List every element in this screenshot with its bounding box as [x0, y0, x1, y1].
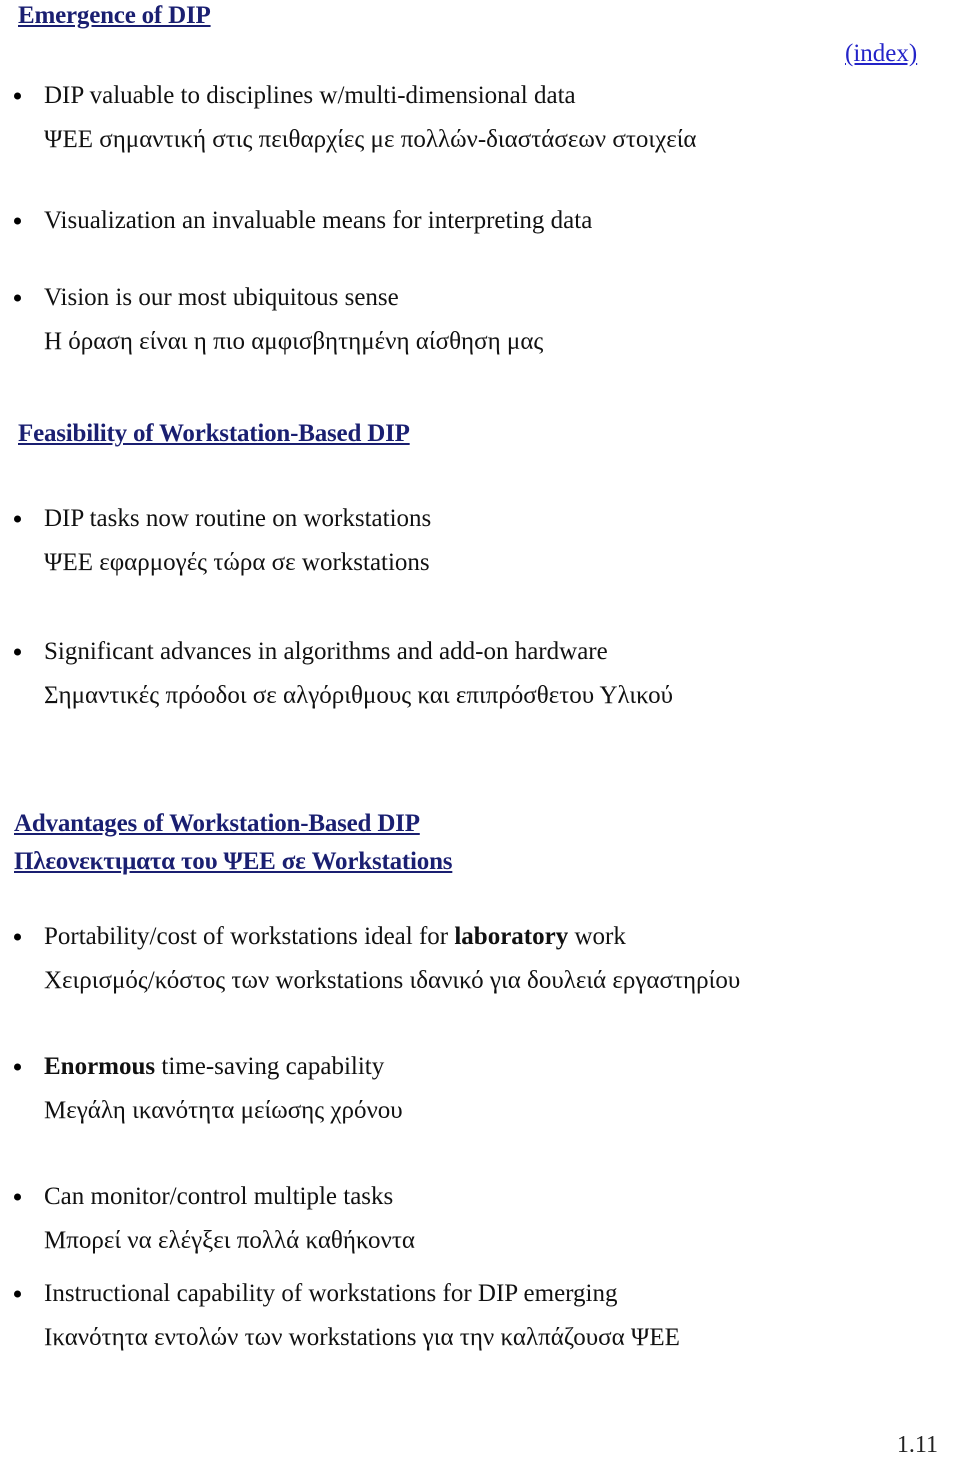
bullet-text-gr: ΨΕΕ εφαρμογές τώρα σε workstations: [44, 549, 430, 576]
bullet-line-en: DIP tasks now routine on workstations: [0, 497, 930, 541]
section-heading-advantages-gr: Πλεονεκτιματα του ΨΕΕ σε Workstations: [14, 848, 453, 875]
bullet-item: Can monitor/control multiple tasks Μπορε…: [0, 1175, 930, 1263]
bullet-item: Vision is our most ubiquitous sense Η όρ…: [0, 276, 930, 364]
bullet-text-gr: Μπορεί να ελέγξει πολλά καθήκοντα: [44, 1227, 415, 1254]
bullet-line-gr: Σημαντικές πρόοδοι σε αλγόριθμους και επ…: [0, 674, 930, 718]
bullet-dot-icon: [14, 648, 21, 656]
bullet-item: DIP tasks now routine on workstations ΨΕ…: [0, 497, 930, 585]
bullet-text-gr: Η όραση είναι η πιο αμφισβητημένη αίσθησ…: [44, 328, 544, 355]
page-number: 1.11: [896, 1432, 938, 1458]
bullet-item: Portability/cost of workstations ideal f…: [0, 915, 930, 1003]
bullet-item: Enormous time-saving capability Μεγάλη ι…: [0, 1045, 930, 1133]
index-link[interactable]: (index): [845, 40, 917, 68]
bullet-text-en-emphasis: laboratory: [454, 923, 569, 950]
bullet-text-en-post: time-saving capability: [155, 1053, 385, 1080]
bullet-line-en: Can monitor/control multiple tasks: [0, 1175, 930, 1219]
bullet-dot-icon: [14, 933, 21, 941]
bullet-text-gr: Μεγάλη ικανότητα μείωσης χρόνου: [44, 1097, 403, 1124]
bullet-dot-icon: [14, 217, 21, 225]
bullet-dot-icon: [14, 1063, 21, 1071]
bullet-text-gr: Ικανότητα εντολών των workstations για τ…: [44, 1324, 680, 1351]
bullet-text-en: Portability/cost of workstations ideal f…: [44, 915, 930, 959]
bullet-text-en: DIP tasks now routine on workstations: [44, 505, 432, 532]
bullet-dot-icon: [14, 92, 21, 100]
bullet-line-gr: Μπορεί να ελέγξει πολλά καθήκοντα: [0, 1219, 930, 1263]
bullet-text-gr: ΨΕΕ σημαντική στις πειθαρχίες με πολλών-…: [44, 126, 697, 153]
bullet-text-gr: Σημαντικές πρόοδοι σε αλγόριθμους και επ…: [44, 682, 674, 709]
bullet-text-en: Significant advances in algorithms and a…: [44, 638, 608, 665]
bullet-dot-icon: [14, 515, 21, 523]
bullet-line-gr: Μεγάλη ικανότητα μείωσης χρόνου: [0, 1089, 930, 1133]
bullet-item: Visualization an invaluable means for in…: [0, 199, 930, 243]
bullet-text-gr: Χειρισμός/κόστος των workstations ιδανικ…: [44, 967, 741, 994]
bullet-line-en: Significant advances in algorithms and a…: [0, 630, 930, 674]
bullet-text-en-post: work: [568, 923, 626, 950]
bullet-text-en: DIP valuable to disciplines w/multi-dime…: [44, 82, 576, 109]
bullet-line-gr: ΨΕΕ εφαρμογές τώρα σε workstations: [0, 541, 930, 585]
bullet-dot-icon: [14, 294, 21, 302]
bullet-text-en: Instructional capability of workstations…: [44, 1280, 618, 1307]
bullet-text-en-emphasis: Enormous: [44, 1053, 156, 1080]
bullet-text-en: Visualization an invaluable means for in…: [44, 207, 593, 234]
bullet-line-en: Instructional capability of workstations…: [0, 1272, 930, 1316]
bullet-dot-icon: [14, 1193, 21, 1201]
bullet-text-en: Vision is our most ubiquitous sense: [44, 284, 399, 311]
bullet-line-en: Portability/cost of workstations ideal f…: [0, 915, 930, 959]
bullet-dot-icon: [14, 1290, 21, 1298]
bullet-line-en: Vision is our most ubiquitous sense: [0, 276, 930, 320]
section-heading-advantages: Advantages of Workstation-Based DIP: [14, 810, 420, 837]
bullet-text-en: Can monitor/control multiple tasks: [44, 1183, 394, 1210]
bullet-line-gr: Χειρισμός/κόστος των workstations ιδανικ…: [0, 959, 930, 1003]
bullet-line-gr: Ικανότητα εντολών των workstations για τ…: [0, 1316, 930, 1360]
bullet-line-gr: Η όραση είναι η πιο αμφισβητημένη αίσθησ…: [0, 320, 930, 364]
section-heading-feasibility: Feasibility of Workstation-Based DIP: [18, 420, 410, 447]
bullet-item: Instructional capability of workstations…: [0, 1272, 930, 1360]
bullet-item: DIP valuable to disciplines w/multi-dime…: [0, 74, 930, 162]
bullet-line-en: Enormous time-saving capability: [0, 1045, 930, 1089]
bullet-line-gr: ΨΕΕ σημαντική στις πειθαρχίες με πολλών-…: [0, 118, 930, 162]
bullet-line-en: DIP valuable to disciplines w/multi-dime…: [0, 74, 930, 118]
section-heading-emergence: Emergence of DIP: [18, 2, 211, 29]
document-page: Emergence of DIP (index) DIP valuable to…: [0, 0, 960, 1473]
bullet-line-en: Visualization an invaluable means for in…: [0, 199, 930, 243]
bullet-text-en-pre: Portability/cost of workstations ideal f…: [44, 923, 455, 950]
bullet-item: Significant advances in algorithms and a…: [0, 630, 930, 718]
bullet-text-en: Enormous time-saving capability: [44, 1045, 930, 1089]
